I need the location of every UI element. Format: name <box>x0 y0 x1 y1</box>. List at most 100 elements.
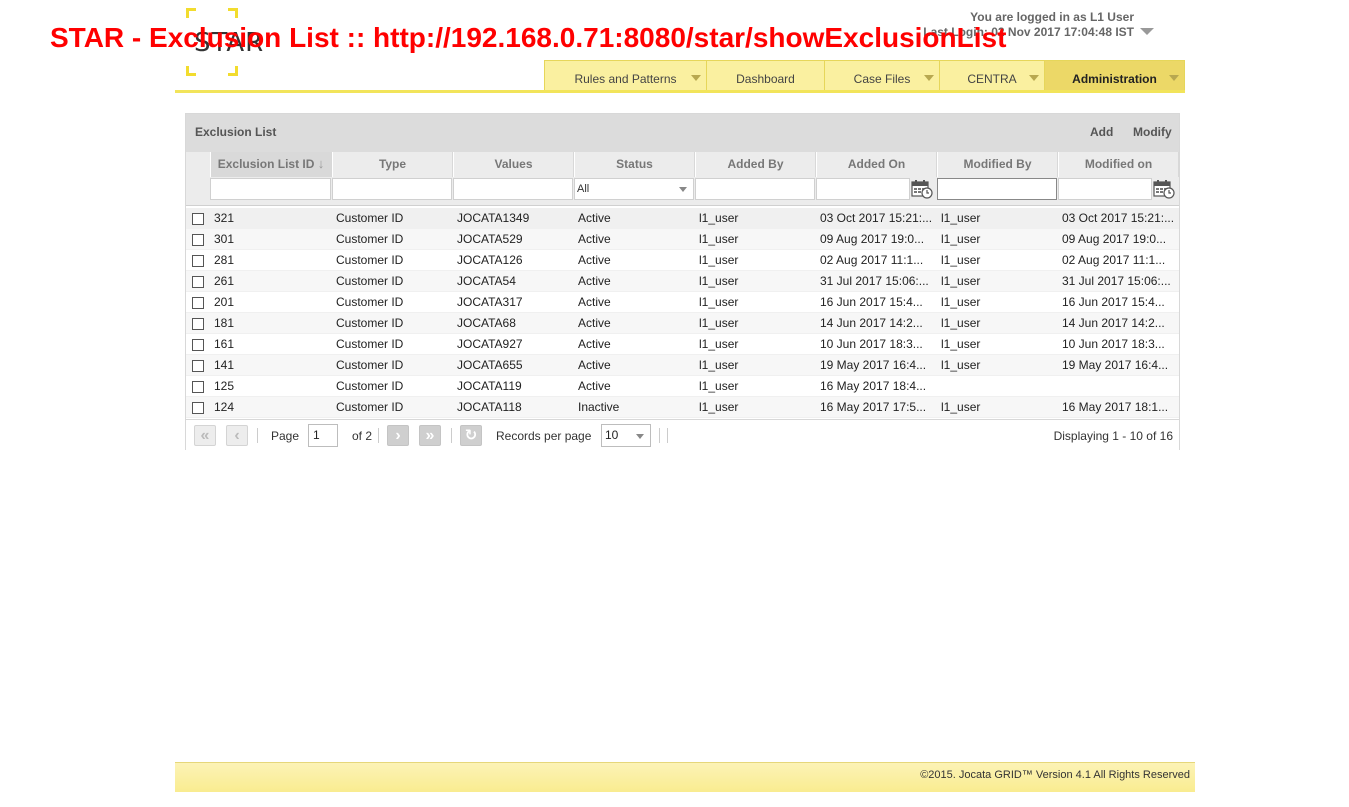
row-checkbox[interactable] <box>192 360 204 372</box>
column-header-status[interactable]: Status <box>574 152 695 177</box>
table-cell: l1_user <box>941 211 981 225</box>
table-cell: l1_user <box>699 379 739 393</box>
table-row[interactable]: 201 Customer ID JOCATA317 Active l1_user 16 J… <box>186 292 1179 313</box>
table-cell: 19 May 2017 16:4... <box>1062 358 1169 372</box>
table-cell: l1_user <box>699 337 739 351</box>
table-cell: Customer ID <box>336 232 404 246</box>
user-menu-chevron-down-icon[interactable] <box>1140 28 1154 35</box>
column-header-type[interactable]: Type <box>332 152 453 177</box>
row-checkbox[interactable] <box>192 234 204 246</box>
filter-type-input[interactable] <box>332 178 452 200</box>
chevron-down-icon[interactable] <box>924 75 934 81</box>
table-row[interactable]: 125 Customer ID JOCATA119 Active l1_user 16 M… <box>186 376 1179 397</box>
filter-modified-on-input[interactable] <box>1058 178 1152 200</box>
filter-added-by-input[interactable] <box>695 178 815 200</box>
table-row[interactable]: 321 Customer ID JOCATA1349 Active l1_user 03 … <box>186 208 1179 229</box>
table-cell: l1_user <box>699 211 739 225</box>
table-cell: l1_user <box>941 316 981 330</box>
table-cell: l1_user <box>941 400 981 414</box>
table-cell: 16 May 2017 18:1... <box>1062 400 1169 414</box>
table-cell: 201 <box>214 295 235 309</box>
table-cell: l1_user <box>941 337 981 351</box>
table-cell: 02 Aug 2017 11:1... <box>820 253 924 267</box>
filter-status-select[interactable]: All <box>574 178 694 200</box>
table-cell: 16 Jun 2017 15:4... <box>1062 295 1165 309</box>
column-header-modified-by[interactable]: Modified By <box>937 152 1058 177</box>
add-button[interactable]: Add <box>1090 125 1113 139</box>
next-page-icon[interactable]: › <box>387 425 409 446</box>
tab-label: Rules and Patterns <box>574 72 677 86</box>
row-checkbox[interactable] <box>192 318 204 330</box>
refresh-icon[interactable]: ↻ <box>460 425 482 446</box>
row-checkbox[interactable] <box>192 213 204 225</box>
window-title-overlay: STAR - Exclusion List :: http://192.168.… <box>50 22 1007 53</box>
table-cell: 10 Jun 2017 18:3... <box>820 337 923 351</box>
records-per-page-value: 10 <box>605 428 619 442</box>
tab-administration[interactable]: Administration <box>1044 60 1185 90</box>
column-header-modified-on[interactable]: Modified on <box>1058 152 1179 177</box>
displaying-count: Displaying 1 - 10 of 16 <box>1053 429 1173 443</box>
column-header-values[interactable]: Values <box>453 152 574 177</box>
row-checkbox[interactable] <box>192 276 204 288</box>
table-row[interactable]: 161 Customer ID JOCATA927 Active l1_user 10 J… <box>186 334 1179 355</box>
grid-body: 321 Customer ID JOCATA1349 Active l1_user 03 … <box>186 208 1179 418</box>
table-cell: 31 Jul 2017 15:06:... <box>1062 274 1171 288</box>
column-header-added-by[interactable]: Added By <box>695 152 816 177</box>
table-cell: 09 Aug 2017 19:0... <box>820 232 925 246</box>
table-cell: Customer ID <box>336 358 404 372</box>
prev-page-icon[interactable]: ‹ <box>226 425 248 446</box>
table-cell: 321 <box>214 211 235 225</box>
filter-values-input[interactable] <box>453 178 573 200</box>
tab-label: Dashboard <box>736 72 795 86</box>
table-cell: 125 <box>214 379 235 393</box>
filter-added-on-input[interactable] <box>816 178 910 200</box>
row-checkbox[interactable] <box>192 381 204 393</box>
filter-exclusion-list-id-input[interactable] <box>210 178 331 200</box>
table-cell: JOCATA317 <box>457 295 523 309</box>
row-checkbox[interactable] <box>192 402 204 414</box>
table-cell: Customer ID <box>336 379 404 393</box>
table-row[interactable]: 301 Customer ID JOCATA529 Active l1_user 09 A… <box>186 229 1179 250</box>
chevron-down-icon[interactable] <box>1029 75 1039 81</box>
table-row[interactable]: 261 Customer ID JOCATA54 Active l1_user 31 Ju… <box>186 271 1179 292</box>
grid-header: Exclusion List ID ↓ Type Values Status A… <box>186 152 1179 206</box>
calendar-icon[interactable] <box>911 179 933 199</box>
tab-rules-and-patterns[interactable]: Rules and Patterns <box>544 60 707 90</box>
table-cell: 14 Jun 2017 14:2... <box>1062 316 1165 330</box>
modify-button[interactable]: Modify <box>1133 125 1172 139</box>
table-cell: Inactive <box>578 400 620 414</box>
page-label: Page <box>271 429 300 443</box>
table-cell: 141 <box>214 358 235 372</box>
table-cell: 16 Jun 2017 15:4... <box>820 295 923 309</box>
table-row[interactable]: 281 Customer ID JOCATA126 Active l1_user 02 A… <box>186 250 1179 271</box>
column-header-exclusion-list-id[interactable]: Exclusion List ID ↓ <box>210 152 332 177</box>
panel-title: Exclusion List <box>195 125 277 139</box>
tab-case-files[interactable]: Case Files <box>824 60 940 90</box>
records-per-page-select[interactable]: 10 <box>601 424 651 447</box>
main-nav: Rules and Patterns Dashboard Case Files … <box>175 60 1185 93</box>
tab-dashboard[interactable]: Dashboard <box>706 60 825 90</box>
last-page-icon[interactable]: » <box>419 425 441 446</box>
table-cell: 19 May 2017 16:4... <box>820 358 927 372</box>
filter-modified-by-input[interactable] <box>937 178 1057 200</box>
tab-centra[interactable]: CENTRA <box>939 60 1045 90</box>
row-checkbox[interactable] <box>192 255 204 267</box>
page-number-input[interactable]: 1 <box>308 424 338 447</box>
first-page-icon[interactable]: « <box>194 425 216 446</box>
table-cell: 181 <box>214 316 235 330</box>
table-cell: Customer ID <box>336 316 404 330</box>
column-header-added-on[interactable]: Added On <box>816 152 937 177</box>
tab-label: CENTRA <box>967 72 1017 86</box>
chevron-down-icon[interactable] <box>691 75 701 81</box>
row-checkbox[interactable] <box>192 297 204 309</box>
calendar-icon[interactable] <box>1153 179 1175 199</box>
table-cell: 10 Jun 2017 18:3... <box>1062 337 1165 351</box>
table-row[interactable]: 141 Customer ID JOCATA655 Active l1_user 19 M… <box>186 355 1179 376</box>
table-cell: 161 <box>214 337 235 351</box>
table-row[interactable]: 124 Customer ID JOCATA118 Inactive l1_user 16… <box>186 397 1179 418</box>
table-cell: Active <box>578 379 611 393</box>
table-cell: JOCATA1349 <box>457 211 530 225</box>
row-checkbox[interactable] <box>192 339 204 351</box>
table-row[interactable]: 181 Customer ID JOCATA68 Active l1_user 14 Ju… <box>186 313 1179 334</box>
chevron-down-icon[interactable] <box>1169 75 1179 81</box>
